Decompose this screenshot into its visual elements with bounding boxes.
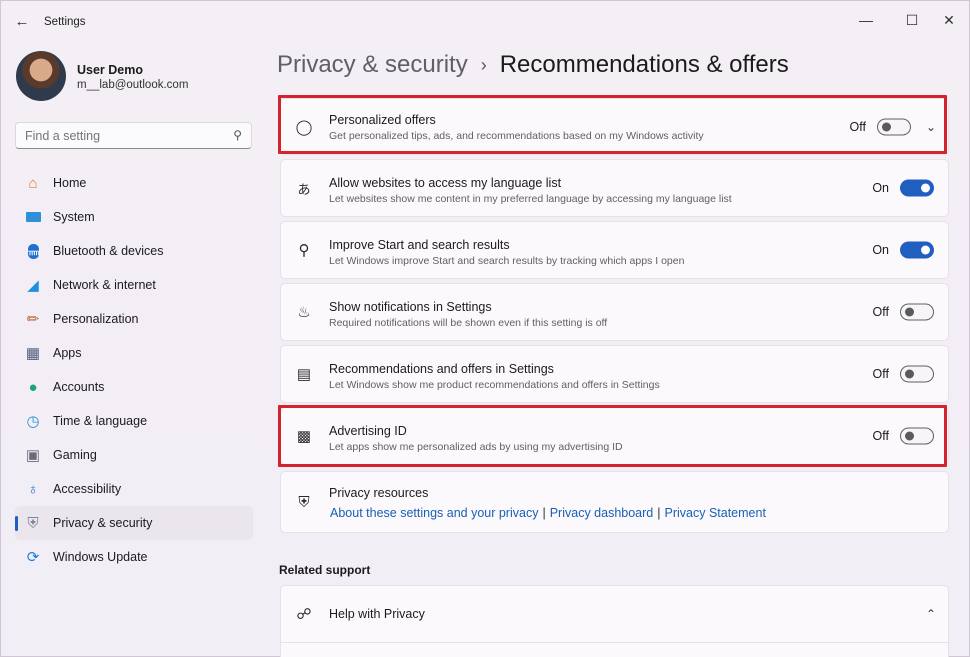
toggle-switch[interactable]: [900, 303, 934, 321]
app-title: Settings: [44, 16, 86, 28]
sidebar-item-accessibility[interactable]: ♁ Accessibility: [15, 472, 253, 506]
related-support-heading: Related support: [279, 563, 371, 577]
setting-title: Recommendations and offers in Settings: [329, 362, 554, 376]
sidebar-item-label: Personalization: [53, 312, 139, 326]
sidebar-item-label: Accounts: [53, 380, 105, 394]
chevron-right-icon: ›: [480, 54, 487, 75]
back-arrow-icon[interactable]: ←: [13, 13, 31, 31]
search-icon: ⚲: [298, 242, 310, 259]
search-icon[interactable]: ⚲: [233, 128, 242, 142]
gamepad-icon: ▣: [25, 447, 41, 464]
sidebar-item-label: Accessibility: [53, 482, 122, 496]
privacy-resources-title: Privacy resources: [329, 486, 429, 500]
privacy-links: About these settings and your privacy | Pr…: [330, 506, 766, 520]
breadcrumb: Privacy & security › Recommendations & o…: [277, 51, 789, 79]
sidebar-item-label: Apps: [53, 346, 82, 360]
sidebar-item-personalization[interactable]: ✏ Personalization: [15, 302, 253, 336]
setting-card-recommendations-settings[interactable]: ▤ Recommendations and offers in Settings…: [280, 345, 949, 403]
setting-description: Let Windows show me product recommendati…: [329, 379, 660, 391]
toggle-state-label: On: [872, 181, 889, 195]
setting-description: Required notifications will be shown eve…: [329, 317, 608, 329]
setting-card-start-search[interactable]: ⚲ Improve Start and search results Let W…: [280, 221, 949, 279]
search-input[interactable]: [16, 123, 216, 148]
person-icon: ●: [28, 378, 38, 396]
highlight-box-advertising-id: [278, 405, 947, 467]
breadcrumb-parent[interactable]: Privacy & security: [277, 51, 468, 79]
link-privacy-dashboard[interactable]: Privacy dashboard: [550, 506, 654, 520]
bell-icon: ♨: [297, 304, 311, 321]
shield-outline-icon: ⛨: [298, 493, 310, 511]
divider: [281, 642, 948, 643]
bluetooth-icon: ᚅ: [27, 243, 42, 259]
link-privacy-statement[interactable]: Privacy Statement: [665, 506, 766, 520]
setting-card-notifications[interactable]: ♨ Show notifications in Settings Require…: [280, 283, 949, 341]
help-with-privacy-card[interactable]: ☍ Help with Privacy ⌃: [280, 585, 949, 657]
setting-title: Show notifications in Settings: [329, 300, 492, 314]
setting-title: Allow websites to access my language lis…: [329, 176, 562, 190]
sidebar-item-home[interactable]: ⌂ Home: [15, 166, 253, 200]
close-button[interactable]: ✕: [926, 6, 970, 34]
language-icon: あ: [297, 181, 311, 197]
sidebar-item-bluetooth[interactable]: ᚅ Bluetooth & devices: [15, 234, 253, 268]
sidebar-item-privacy-security[interactable]: ⛨ Privacy & security: [15, 506, 253, 540]
privacy-resources-card: ⛨ Privacy resources About these settings…: [280, 471, 949, 533]
toggle-state-label: On: [872, 243, 889, 257]
home-icon: ⌂: [28, 174, 38, 192]
brush-icon: ✏: [26, 311, 40, 328]
sidebar-item-label: System: [53, 210, 95, 224]
clock-globe-icon: ◷: [26, 413, 40, 430]
highlight-box-personalized-offers: [278, 95, 947, 154]
title-bar: ← Settings — ☐ ✕: [1, 1, 969, 41]
update-icon: ⟳: [26, 549, 40, 566]
avatar[interactable]: [16, 51, 66, 101]
globe-help-icon: ☍: [296, 606, 312, 623]
minimize-button[interactable]: —: [843, 6, 889, 34]
link-about-settings[interactable]: About these settings and your privacy: [330, 506, 538, 520]
toggle-state-label: Off: [872, 367, 889, 381]
sidebar-item-time-language[interactable]: ◷ Time & language: [15, 404, 253, 438]
setting-description: Let websites show me content in my prefe…: [329, 193, 732, 205]
offers-icon: ▤: [296, 366, 312, 383]
page-title: Recommendations & offers: [499, 51, 789, 78]
user-name: User Demo: [77, 63, 143, 77]
setting-description: Let Windows improve Start and search res…: [329, 255, 685, 267]
sidebar-item-network[interactable]: ◢ Network & internet: [15, 268, 253, 302]
sidebar-item-system[interactable]: System: [15, 200, 253, 234]
sidebar-item-apps[interactable]: ▦ Apps: [15, 336, 253, 370]
sidebar-item-label: Time & language: [53, 414, 148, 428]
sidebar-item-windows-update[interactable]: ⟳ Windows Update: [15, 540, 253, 574]
sidebar-item-label: Privacy & security: [53, 516, 153, 530]
setting-title: Improve Start and search results: [329, 238, 510, 252]
toggle-switch[interactable]: [900, 365, 934, 383]
wifi-icon: ◢: [27, 277, 39, 294]
sidebar-item-gaming[interactable]: ▣ Gaming: [15, 438, 253, 472]
setting-card-language-list[interactable]: あ Allow websites to access my language l…: [280, 159, 949, 217]
link-separator: |: [542, 506, 546, 520]
sidebar-item-label: Home: [53, 176, 87, 190]
chevron-up-icon[interactable]: ⌃: [926, 607, 936, 621]
search-box[interactable]: ⚲: [15, 122, 252, 149]
sidebar-nav: ⌂ Home System ᚅ Bluetooth & devices ◢ Ne…: [15, 166, 253, 574]
apps-icon: ▦: [25, 345, 41, 362]
settings-window: ← Settings — ☐ ✕ User Demo m__lab@outloo…: [0, 0, 970, 657]
link-separator: |: [657, 506, 661, 520]
sidebar-item-label: Network & internet: [53, 278, 156, 292]
user-email: m__lab@outlook.com: [77, 79, 189, 91]
help-item-label: Help with Privacy: [329, 607, 425, 621]
toggle-switch[interactable]: [900, 179, 934, 197]
shield-icon: ⛨: [27, 514, 39, 532]
monitor-icon: [23, 207, 43, 227]
toggle-state-label: Off: [872, 305, 889, 319]
toggle-switch[interactable]: [900, 241, 934, 259]
sidebar-item-label: Windows Update: [53, 550, 148, 564]
sidebar-item-accounts[interactable]: ● Accounts: [15, 370, 253, 404]
sidebar-item-label: Gaming: [53, 448, 97, 462]
sidebar-item-label: Bluetooth & devices: [53, 244, 164, 258]
accessibility-icon: ♁: [27, 480, 39, 498]
